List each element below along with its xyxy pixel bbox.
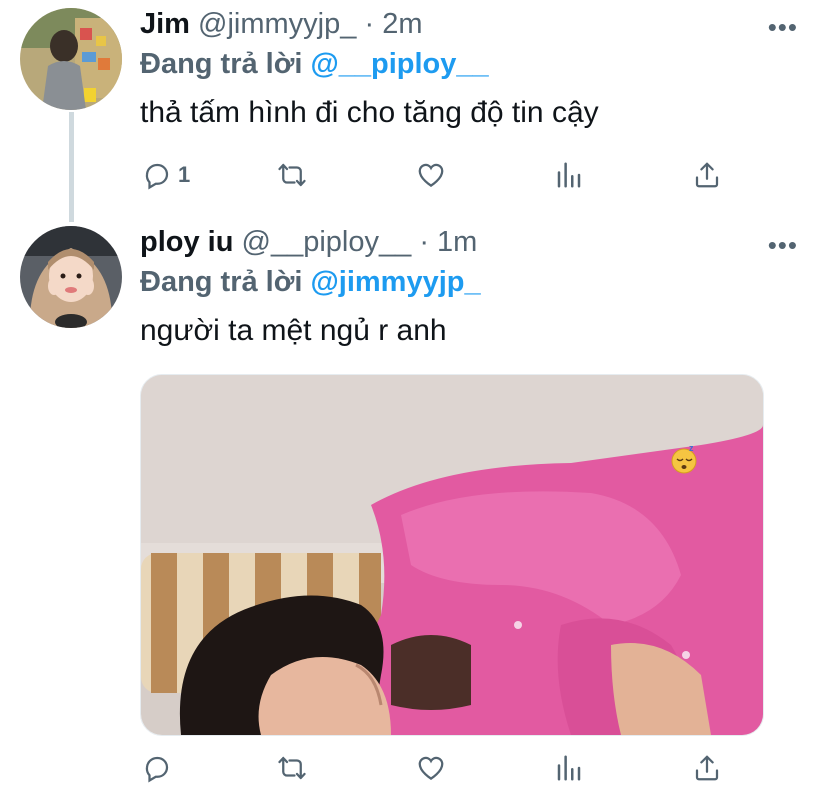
like-button[interactable] (416, 155, 446, 195)
tweet-photo[interactable]: z (140, 374, 764, 736)
tweet-header: ploy iu @__piploy__ · 1m (140, 226, 477, 259)
share-icon (695, 755, 719, 781)
replying-to: Đang trả lời @__piploy__ (140, 48, 489, 81)
replying-to-label: Đang trả lời (140, 266, 303, 298)
tweet-text: người ta mệt ngủ r anh (140, 314, 447, 347)
analytics-icon (557, 162, 581, 188)
reply-icon (145, 756, 169, 783)
timestamp[interactable]: 1m (437, 226, 477, 258)
replying-to-label: Đang trả lời (140, 48, 303, 80)
like-icon (418, 756, 444, 780)
retweet-button[interactable] (277, 748, 307, 788)
reply-mention-link[interactable]: @jimmyyjp_ (310, 266, 480, 298)
replying-to: Đang trả lời @jimmyyjp_ (140, 266, 481, 299)
tweet-actions (140, 748, 730, 788)
more-icon[interactable]: ••• (768, 12, 798, 43)
svg-text:z: z (689, 443, 694, 453)
reply-icon (145, 163, 169, 190)
avatar[interactable] (20, 8, 122, 110)
thread-line (69, 112, 74, 222)
reply-button[interactable]: 1 (142, 155, 190, 195)
share-icon (695, 162, 719, 188)
retweet-icon (278, 756, 306, 780)
tweet-header: Jim @jimmyyjp_ · 2m (140, 8, 422, 41)
author-name[interactable]: Jim (140, 8, 190, 40)
timestamp[interactable]: 2m (382, 8, 422, 40)
separator: · (364, 8, 375, 40)
retweet-button[interactable] (277, 155, 307, 195)
like-button[interactable] (416, 748, 446, 788)
analytics-button[interactable] (554, 155, 584, 195)
tweet-text: thả tấm hình đi cho tăng độ tin cậy (140, 96, 599, 129)
more-icon[interactable]: ••• (768, 230, 798, 261)
separator: · (419, 226, 429, 258)
like-icon (418, 163, 444, 187)
reply-button[interactable] (142, 748, 178, 788)
share-button[interactable] (692, 155, 722, 195)
author-name[interactable]: ploy iu (140, 226, 233, 258)
share-button[interactable] (692, 748, 722, 788)
author-handle[interactable]: @__piploy__ (242, 226, 412, 258)
reply-count: 1 (178, 162, 191, 187)
avatar[interactable] (20, 226, 122, 328)
reply-mention-link[interactable]: @__piploy__ (310, 48, 488, 80)
author-handle[interactable]: @jimmyyjp_ (198, 8, 356, 40)
tweet-actions: 1 (140, 155, 730, 195)
analytics-icon (557, 755, 581, 781)
analytics-button[interactable] (554, 748, 584, 788)
retweet-icon (278, 163, 306, 187)
tweet-jim[interactable]: Jim @jimmyyjp_ · 2m ••• Đang trả lời @__… (0, 0, 828, 222)
